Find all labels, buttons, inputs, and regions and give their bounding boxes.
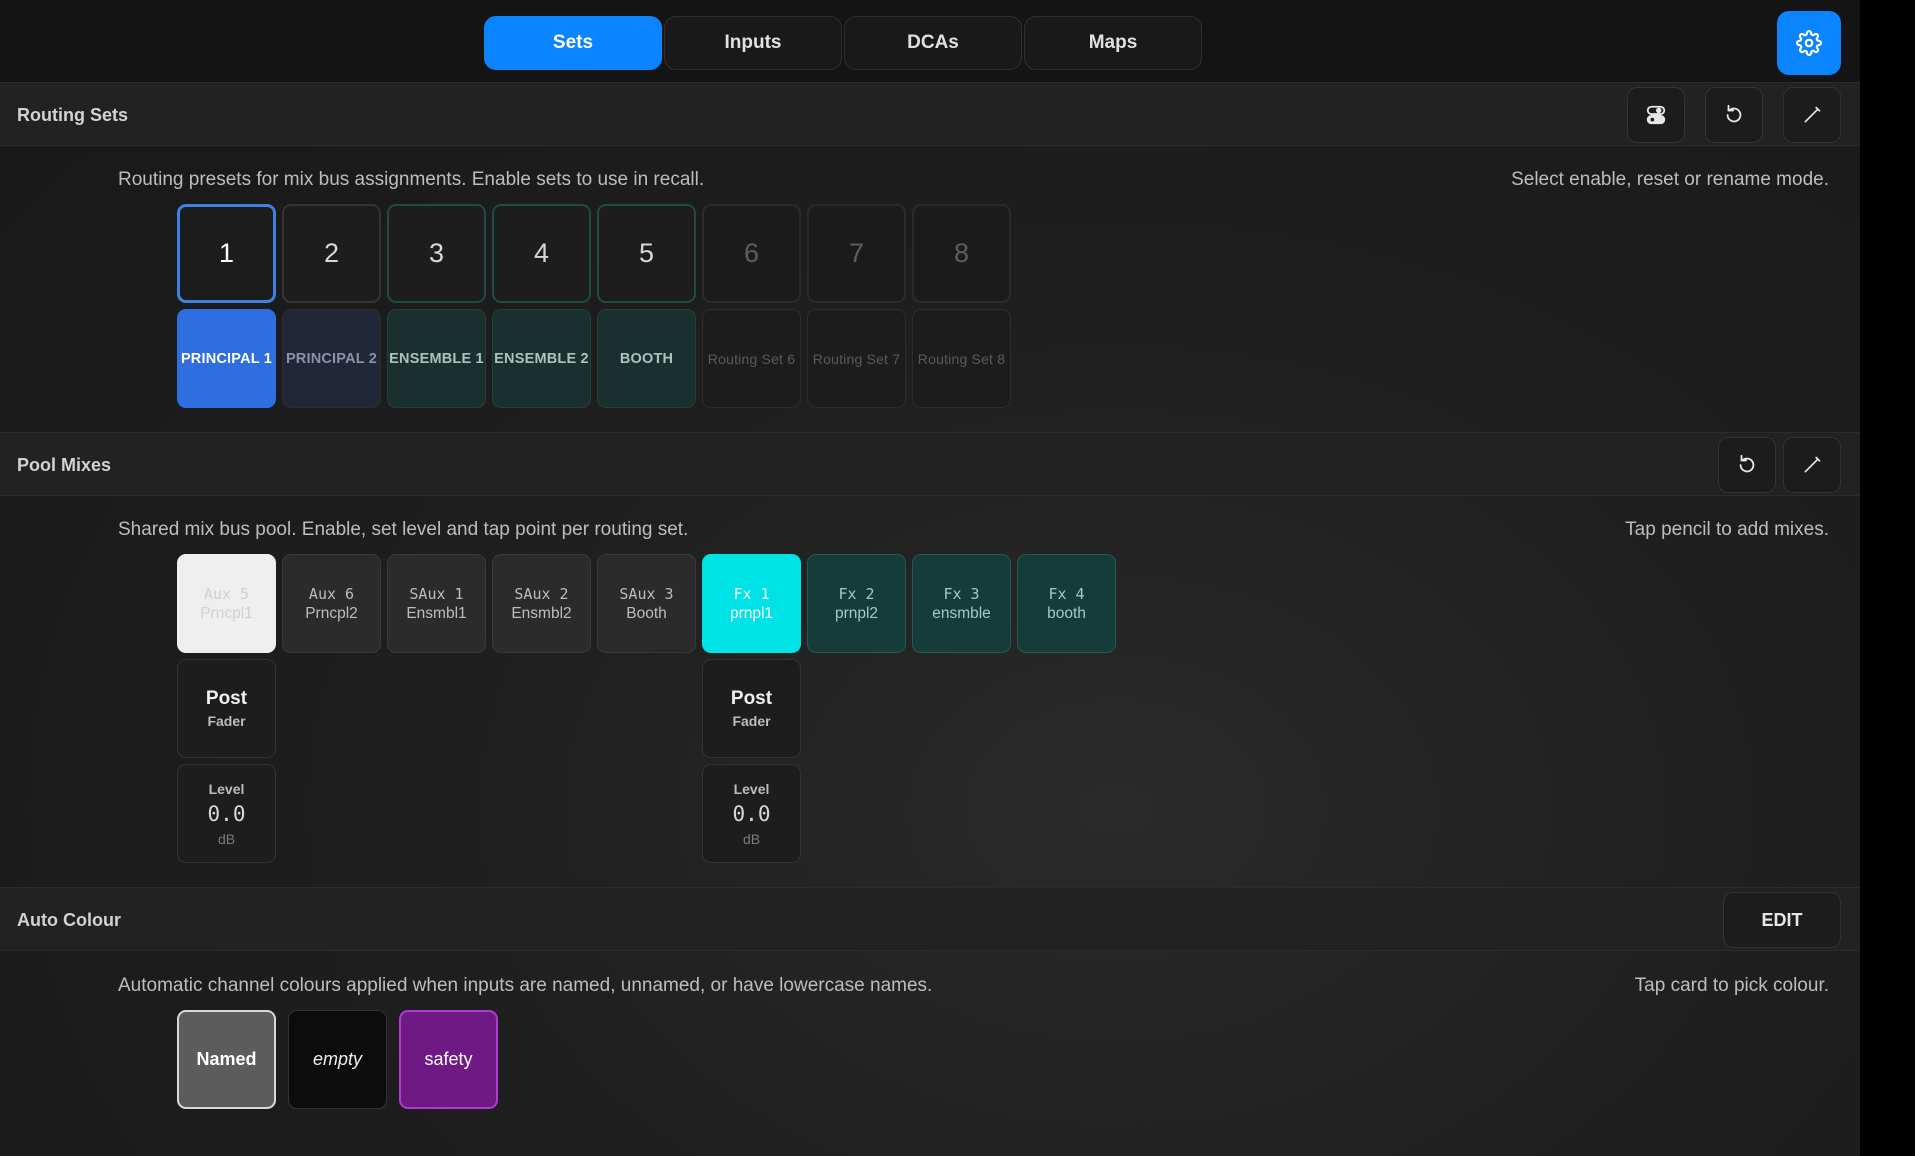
pool-mixes-title: Pool Mixes: [17, 455, 112, 475]
routing-set-number-6[interactable]: 6: [702, 204, 801, 303]
mix-name: SAux 1: [409, 584, 464, 603]
colour-card-named[interactable]: Named: [177, 1010, 276, 1109]
window-edge: [1860, 0, 1915, 1156]
tab-sets[interactable]: Sets: [484, 16, 662, 70]
mix-tile-fx2[interactable]: Fx 2 prnpl2: [807, 554, 906, 653]
mix-sub: Prncpl1: [200, 604, 253, 622]
mix-sub: Booth: [626, 604, 667, 622]
routing-set-name-6[interactable]: Routing Set 6: [702, 309, 801, 408]
level-unit: dB: [742, 830, 761, 847]
level-label: Level: [733, 780, 770, 797]
level-value: 0.0: [207, 801, 246, 826]
routing-set-name-1[interactable]: PRINCIPAL 1: [177, 309, 276, 408]
app-window: Sets Inputs DCAs Maps Routing Sets Routi…: [0, 0, 1860, 1156]
tab-dcas[interactable]: DCAs: [844, 16, 1022, 70]
pencil-icon: [1804, 106, 1821, 123]
mix-name: Fx 1: [733, 584, 770, 603]
gear-icon: [1796, 30, 1822, 56]
mix-name: Fx 3: [943, 584, 980, 603]
colour-card-safety[interactable]: safety: [399, 1010, 498, 1109]
mix-sub: Prncpl2: [305, 604, 358, 622]
pool-edit-button[interactable]: [1783, 437, 1841, 493]
level-value: 0.0: [732, 801, 771, 826]
auto-colour-title: Auto Colour: [17, 910, 121, 930]
routing-set-number-8[interactable]: 8: [912, 204, 1011, 303]
settings-button[interactable]: [1777, 11, 1841, 75]
pool-mixes-header: Pool Mixes: [0, 432, 1860, 496]
reset-icon: [1726, 104, 1742, 123]
rename-mode-button[interactable]: [1783, 87, 1841, 143]
mix-tile-saux2[interactable]: SAux 2 Ensmbl2: [492, 554, 591, 653]
colour-card-empty[interactable]: empty: [288, 1010, 387, 1109]
mix-tile-saux1[interactable]: SAux 1 Ensmbl1: [387, 554, 486, 653]
routing-set-number-1[interactable]: 1: [177, 204, 276, 303]
auto-colour-hint: Tap card to pick colour.: [1634, 975, 1829, 996]
pool-mixes-hint: Tap pencil to add mixes.: [1625, 519, 1829, 540]
enable-mode-button[interactable]: [1627, 87, 1685, 143]
mix-tile-saux3[interactable]: SAux 3 Booth: [597, 554, 696, 653]
routing-sets-title: Routing Sets: [17, 105, 128, 125]
mix-name: Aux 6: [308, 584, 355, 603]
auto-colour-description: Automatic channel colours applied when i…: [118, 975, 933, 996]
tap-point-sub: Fader: [207, 713, 246, 729]
routing-set-name-4[interactable]: ENSEMBLE 2: [492, 309, 591, 408]
mix-tile-aux5[interactable]: Aux 5 Prncpl1: [177, 554, 276, 653]
top-bar: Sets Inputs DCAs Maps: [0, 0, 1860, 82]
routing-set-name-8[interactable]: Routing Set 8: [912, 309, 1011, 408]
reset-icon: [1739, 454, 1755, 473]
mix-name: SAux 3: [619, 584, 674, 603]
tap-point-button-fx1[interactable]: Post Fader: [702, 659, 801, 758]
mix-tile-fx1[interactable]: Fx 1 prnpl1: [702, 554, 801, 653]
auto-colour-edit-button[interactable]: EDIT: [1723, 892, 1841, 948]
routing-set-name-7[interactable]: Routing Set 7: [807, 309, 906, 408]
routing-sets-header: Routing Sets: [0, 82, 1860, 146]
routing-sets-description: Routing presets for mix bus assignments.…: [118, 169, 705, 190]
toggle-icon: [1646, 105, 1666, 125]
routing-sets-hint: Select enable, reset or rename mode.: [1511, 169, 1829, 190]
routing-set-number-7[interactable]: 7: [807, 204, 906, 303]
mix-sub: booth: [1047, 604, 1086, 622]
routing-set-number-5[interactable]: 5: [597, 204, 696, 303]
reset-mode-button[interactable]: [1705, 87, 1763, 143]
tap-point-button-aux5[interactable]: Post Fader: [177, 659, 276, 758]
routing-set-number-4[interactable]: 4: [492, 204, 591, 303]
mix-tile-fx4[interactable]: Fx 4 booth: [1017, 554, 1116, 653]
mix-name: Fx 4: [1048, 584, 1085, 603]
routing-set-name-2[interactable]: PRINCIPAL 2: [282, 309, 381, 408]
auto-colour-header: Auto Colour EDIT: [0, 887, 1860, 951]
mix-name: Fx 2: [838, 584, 875, 603]
tab-inputs[interactable]: Inputs: [664, 16, 842, 70]
tab-bar: Sets Inputs DCAs Maps: [484, 16, 1202, 70]
routing-set-name-5[interactable]: BOOTH: [597, 309, 696, 408]
mix-sub: Ensmbl1: [406, 604, 467, 622]
mix-sub: Ensmbl2: [511, 604, 572, 622]
mix-sub: ensmble: [932, 604, 991, 622]
routing-set-number-2[interactable]: 2: [282, 204, 381, 303]
mix-sub: prnpl1: [729, 604, 774, 622]
mix-sub: prnpl2: [834, 604, 879, 622]
level-control-aux5[interactable]: Level 0.0 dB: [177, 764, 276, 863]
level-control-fx1[interactable]: Level 0.0 dB: [702, 764, 801, 863]
level-label: Level: [208, 780, 245, 797]
pool-reset-button[interactable]: [1718, 437, 1776, 493]
pencil-icon: [1804, 456, 1821, 473]
tap-point-main: Post: [730, 688, 773, 709]
routing-set-number-3[interactable]: 3: [387, 204, 486, 303]
pool-mixes-description: Shared mix bus pool. Enable, set level a…: [118, 519, 689, 540]
mix-name: SAux 2: [514, 584, 569, 603]
tap-point-sub: Fader: [732, 713, 771, 729]
mix-tile-fx3[interactable]: Fx 3 ensmble: [912, 554, 1011, 653]
mix-name: Aux 5: [203, 584, 250, 603]
level-unit: dB: [217, 830, 236, 847]
routing-set-name-3[interactable]: ENSEMBLE 1: [387, 309, 486, 408]
tap-point-main: Post: [205, 688, 248, 709]
tab-maps[interactable]: Maps: [1024, 16, 1202, 70]
mix-tile-aux6[interactable]: Aux 6 Prncpl2: [282, 554, 381, 653]
